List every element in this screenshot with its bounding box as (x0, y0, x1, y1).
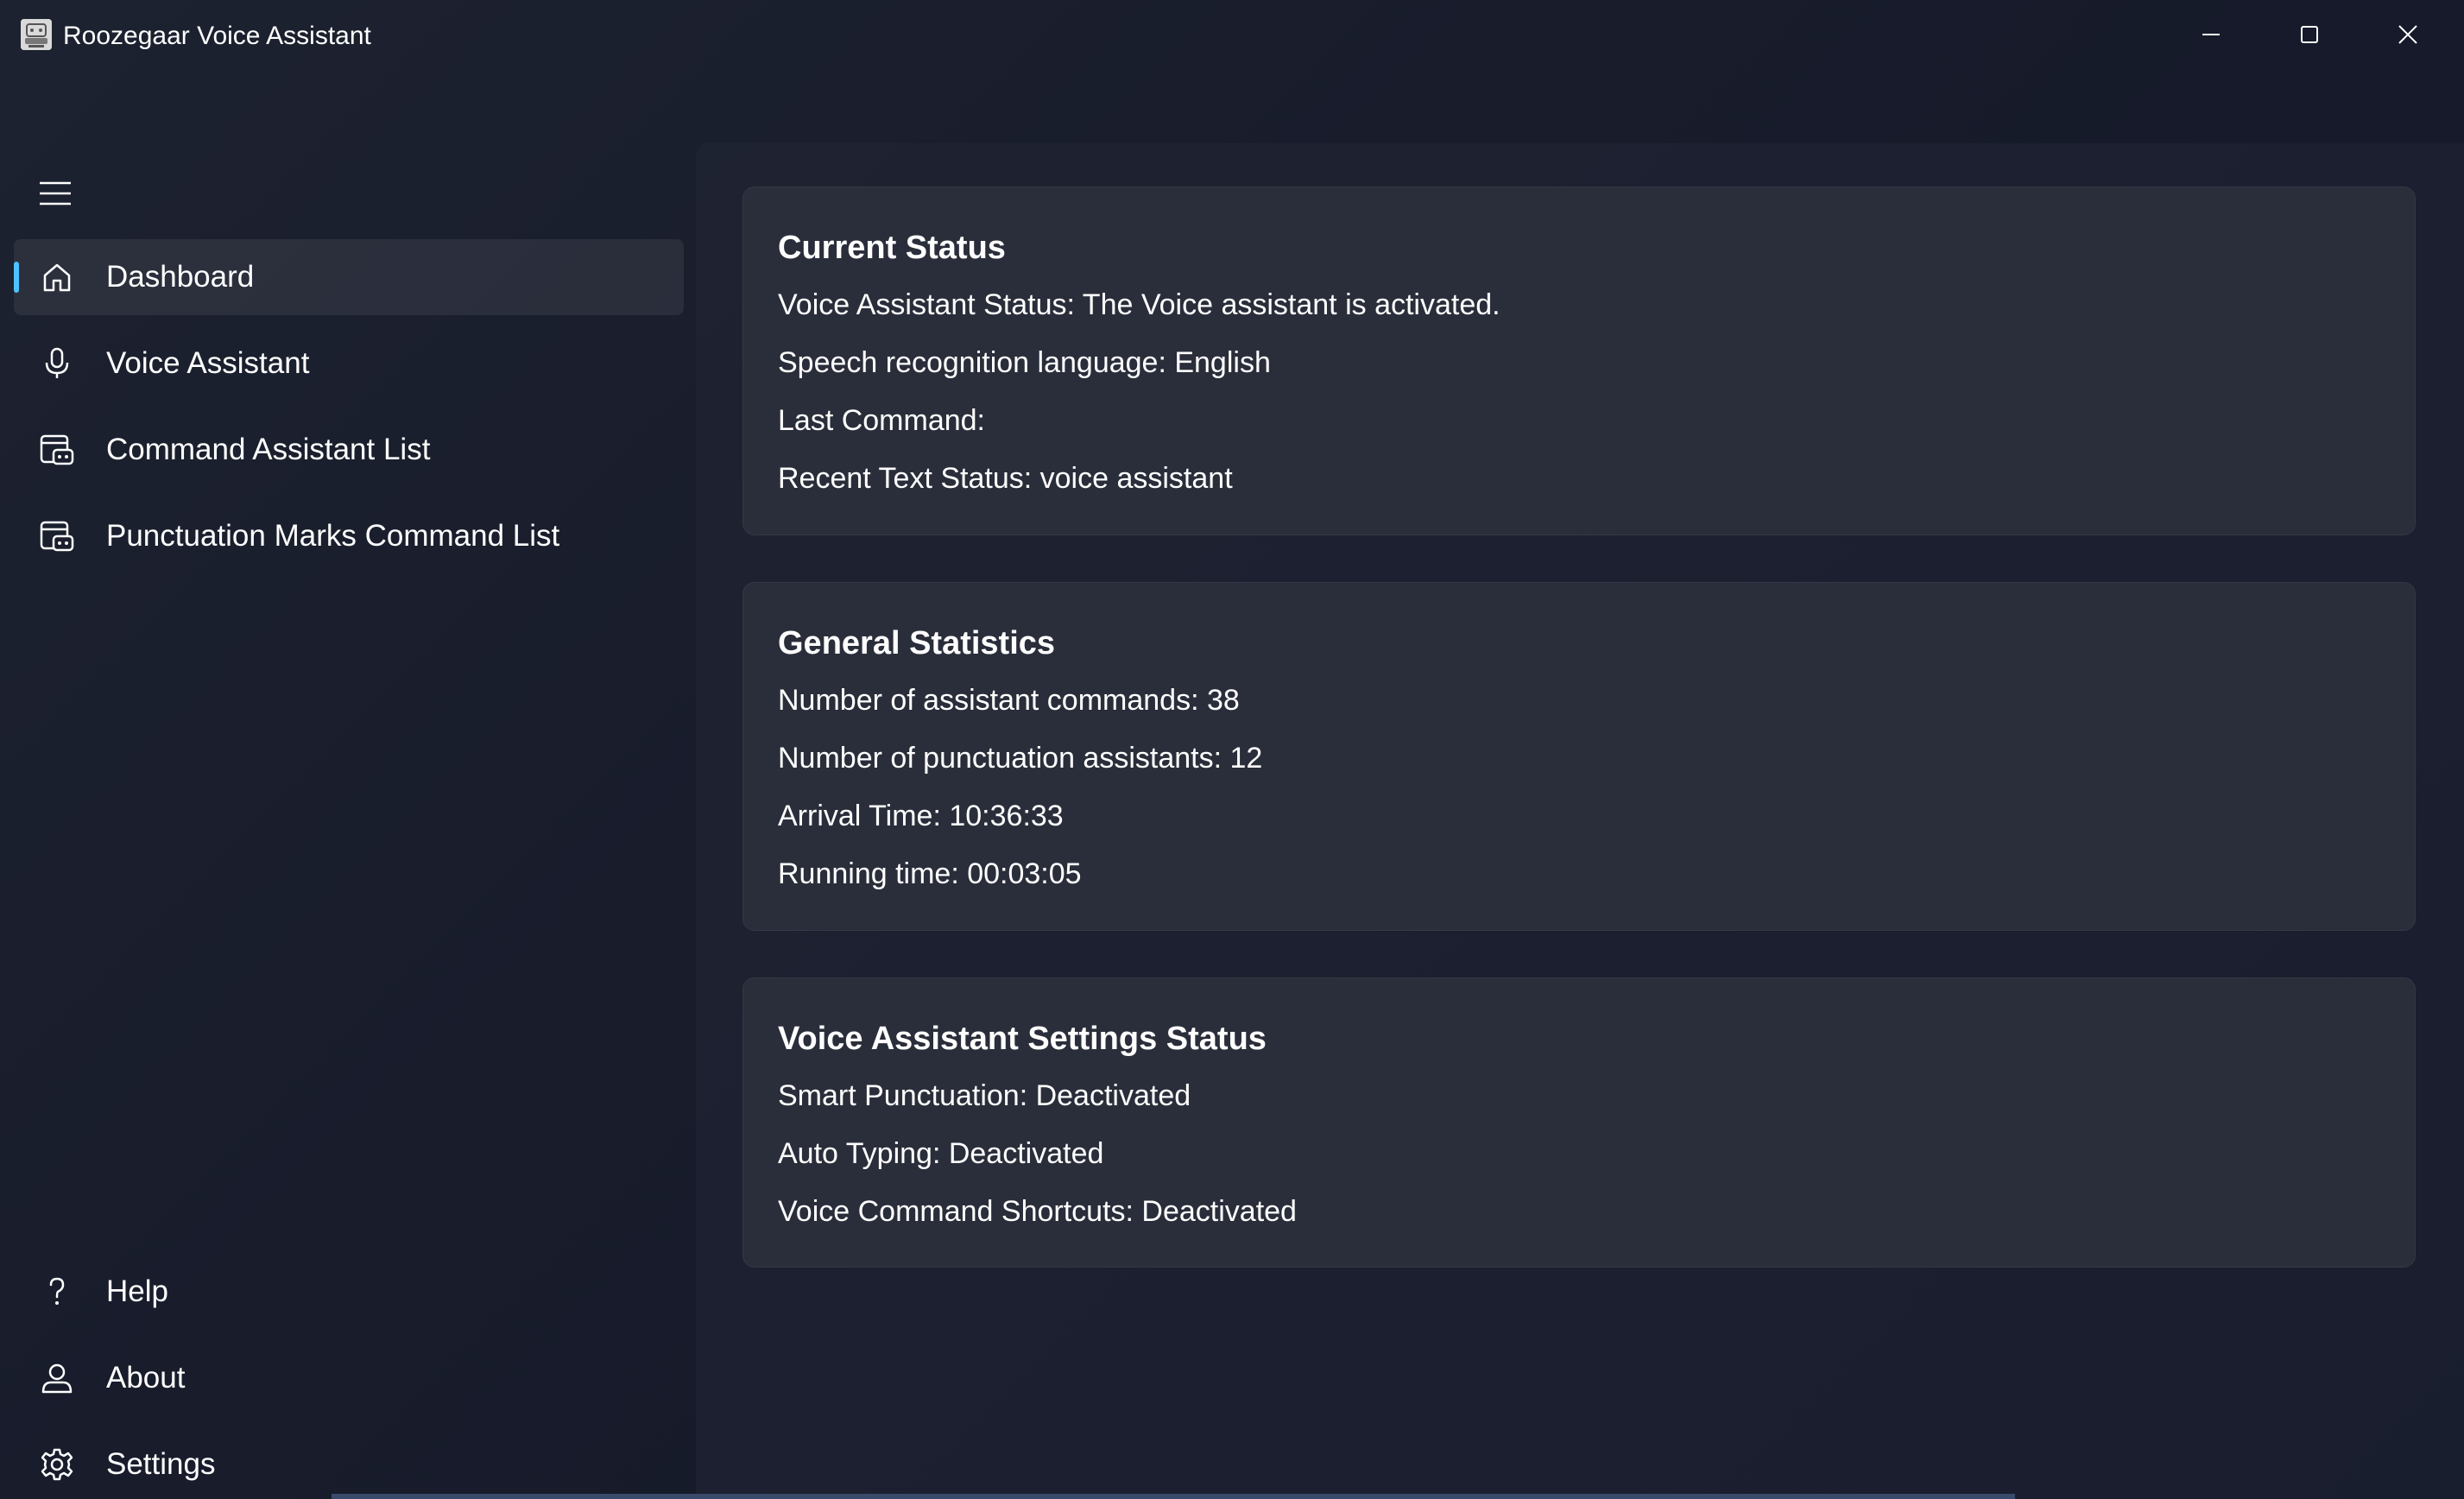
sidebar-item-punctuation-marks-command-list[interactable]: Punctuation Marks Command List (14, 498, 684, 574)
maximize-button[interactable] (2260, 0, 2359, 69)
recent-text-status-text: Recent Text Status: voice assistant (778, 462, 1233, 495)
smart-punctuation-text: Smart Punctuation: Deactivated (778, 1079, 1191, 1112)
sidebar-item-label: Voice Assistant (106, 346, 310, 380)
command-list-icon (38, 517, 76, 555)
settings-status-card: Voice Assistant Settings Status Smart Pu… (742, 977, 2416, 1268)
arrival-time-text: Arrival Time: 10:36:33 (778, 800, 1064, 832)
card-title: Current Status (778, 230, 1006, 266)
close-icon (2398, 25, 2417, 44)
sidebar-item-dashboard[interactable]: Dashboard (14, 239, 684, 315)
sidebar-item-label: Punctuation Marks Command List (106, 519, 560, 553)
voice-assistant-status-text: Voice Assistant Status: The Voice assist… (778, 288, 1501, 321)
last-command-text: Last Command: (778, 404, 985, 437)
minimize-icon (2202, 34, 2220, 35)
sidebar-item-settings[interactable]: Settings (14, 1426, 684, 1499)
selection-indicator (14, 262, 19, 293)
assistant-commands-count-text: Number of assistant commands: 38 (778, 684, 1240, 717)
running-time-text: Running time: 00:03:05 (778, 857, 1082, 890)
hamburger-icon (40, 181, 71, 206)
main-content: Current Status Voice Assistant Status: T… (696, 143, 2464, 1499)
sidebar-item-label: Dashboard (106, 260, 255, 294)
minimize-button[interactable] (2162, 0, 2260, 69)
window-title: Roozegaar Voice Assistant (63, 22, 371, 50)
close-button[interactable] (2359, 0, 2457, 69)
card-title: General Statistics (778, 625, 1056, 661)
sidebar-item-label: Help (106, 1274, 168, 1308)
sidebar-item-label: Command Assistant List (106, 433, 431, 466)
voice-command-shortcuts-text: Voice Command Shortcuts: Deactivated (778, 1195, 1297, 1228)
gear-icon (38, 1445, 76, 1483)
punctuation-assistants-count-text: Number of punctuation assistants: 12 (778, 742, 1263, 775)
general-statistics-card: General Statistics Number of assistant c… (742, 582, 2416, 931)
help-icon (38, 1273, 76, 1311)
app-logo-icon (21, 19, 52, 50)
app-window: Roozegaar Voice Assistant Dashboard Voic… (0, 0, 2464, 1499)
sidebar-item-help[interactable]: Help (14, 1254, 684, 1330)
sidebar-item-about[interactable]: About (14, 1340, 684, 1416)
current-status-card: Current Status Voice Assistant Status: T… (742, 187, 2416, 535)
person-icon (38, 1359, 76, 1397)
sidebar-item-command-assistant-list[interactable]: Command Assistant List (14, 412, 684, 488)
card-title: Voice Assistant Settings Status (778, 1021, 1267, 1057)
home-icon (38, 258, 76, 296)
speech-language-text: Speech recognition language: English (778, 346, 1271, 379)
microphone-icon (38, 345, 76, 383)
sidebar-item-label: About (106, 1361, 186, 1395)
maximize-icon (2301, 26, 2318, 43)
hamburger-menu-button[interactable] (29, 168, 81, 219)
navigation-pane: Dashboard Voice Assistant Command Assist… (0, 73, 696, 1499)
taskbar-edge (332, 1494, 2015, 1499)
title-bar[interactable]: Roozegaar Voice Assistant (0, 0, 2464, 73)
sidebar-item-voice-assistant[interactable]: Voice Assistant (14, 326, 684, 402)
auto-typing-text: Auto Typing: Deactivated (778, 1137, 1104, 1170)
command-list-icon (38, 431, 76, 469)
sidebar-item-label: Settings (106, 1447, 216, 1481)
